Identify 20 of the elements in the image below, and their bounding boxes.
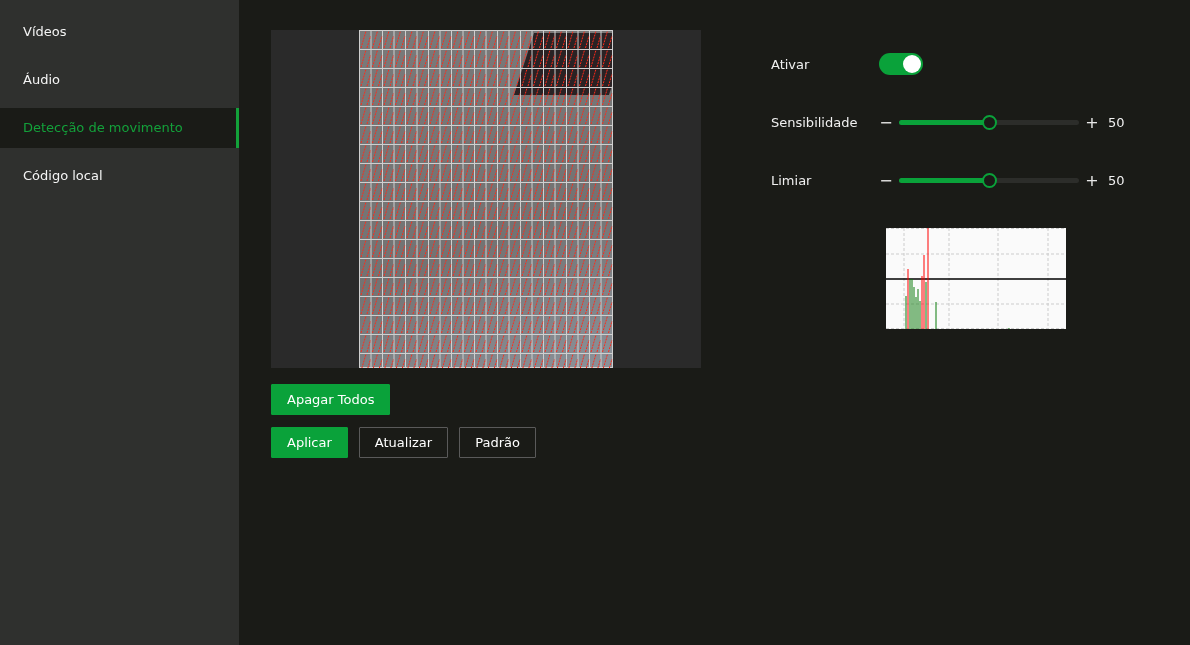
toggle-switch[interactable] [879, 53, 923, 75]
decrease-button[interactable]: − [879, 170, 893, 190]
setting-label: Sensibilidade [771, 114, 859, 130]
increase-button[interactable]: + [1085, 112, 1099, 132]
sidebar-item[interactable]: Detecção de movimento [0, 108, 239, 148]
increase-button[interactable]: + [1085, 170, 1099, 190]
slider-track[interactable] [899, 172, 1079, 188]
slider-track[interactable] [899, 114, 1079, 130]
setting-label: Limiar [771, 172, 813, 188]
outline-button[interactable]: Padrão [459, 427, 536, 458]
sidebar-item[interactable]: Código local [0, 156, 239, 196]
decrease-button[interactable]: − [879, 112, 893, 132]
slider-value: 50 [1108, 114, 1125, 130]
slider-thumb[interactable] [982, 114, 997, 130]
sidebar-item[interactable]: Áudio [0, 60, 239, 100]
sidebar-item[interactable]: Vídeos [0, 12, 239, 52]
outline-button[interactable]: Atualizar [358, 427, 449, 458]
slider-thumb[interactable] [982, 172, 997, 188]
setting-label: Ativar [771, 56, 811, 72]
slider-value: 50 [1108, 172, 1125, 188]
